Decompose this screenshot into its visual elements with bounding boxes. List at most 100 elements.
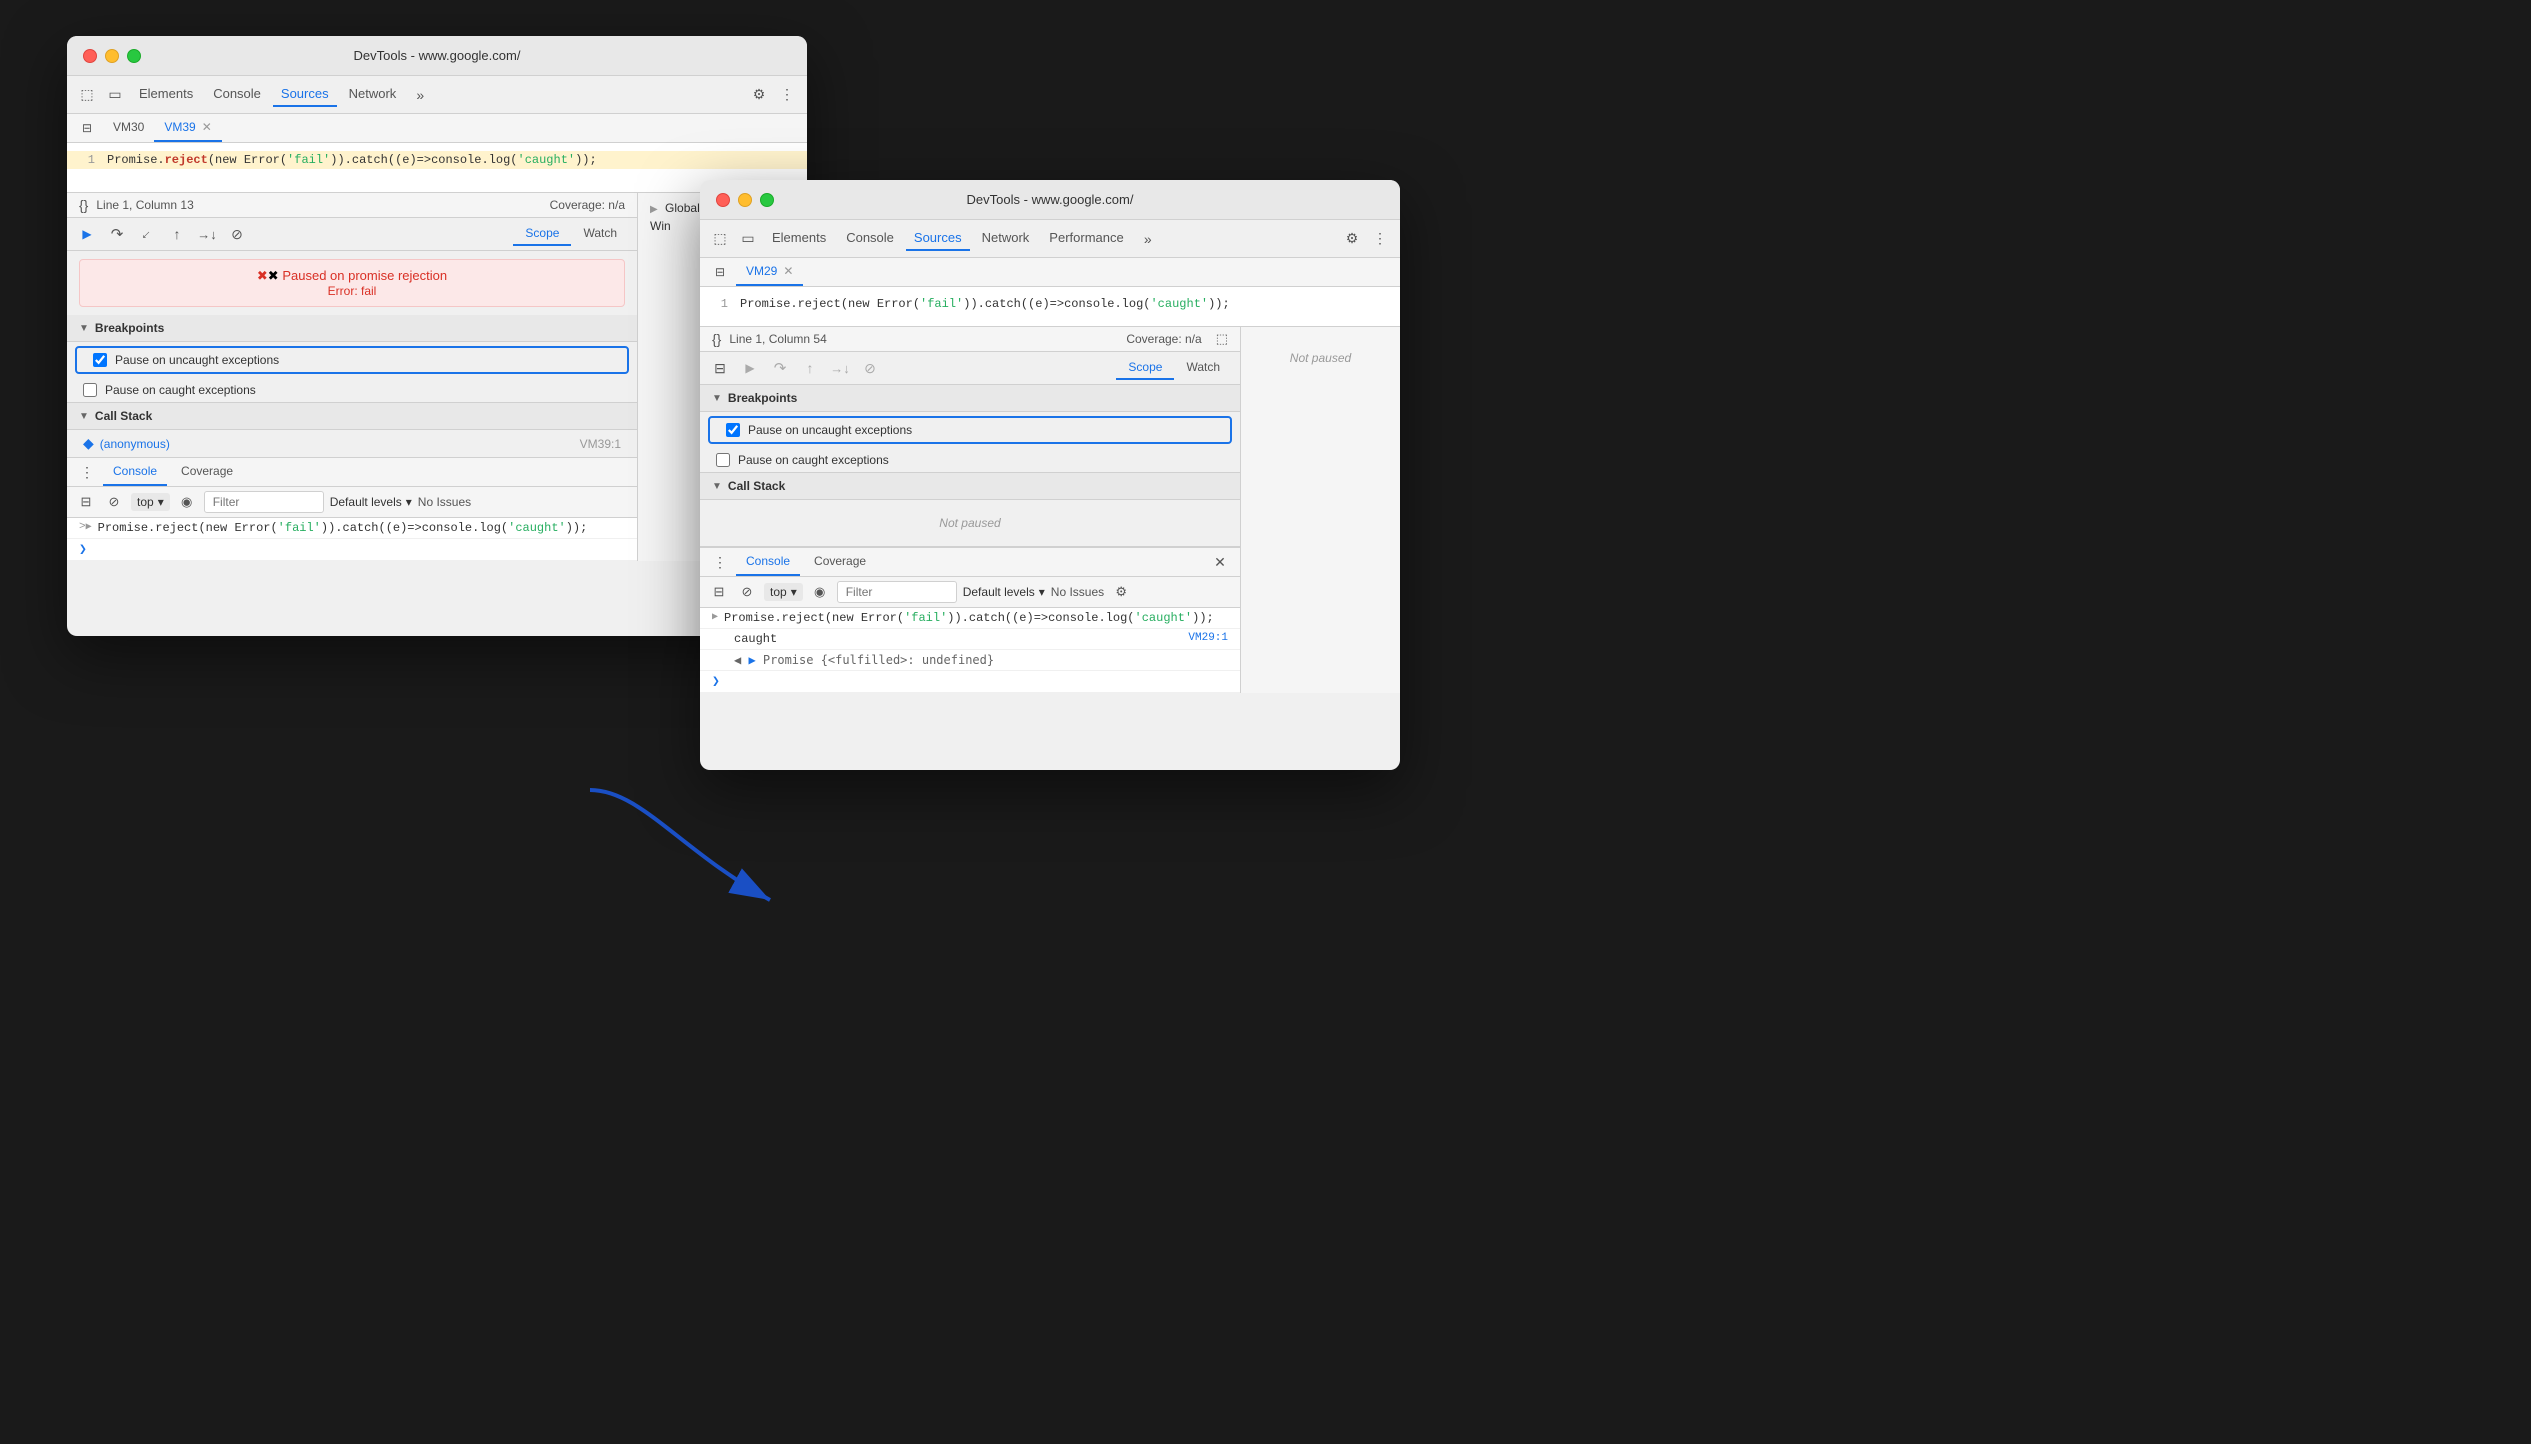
file-tab-vm29-label: VM29 xyxy=(746,264,777,278)
breakpoints-header-2[interactable]: ▼ Breakpoints xyxy=(700,385,1240,412)
call-stack-item-1[interactable]: ◆ (anonymous) VM39:1 xyxy=(67,430,637,457)
pause-caught-checkbox-1[interactable] xyxy=(83,383,97,397)
call-stack-section-1: ▼ Call Stack ◆ (anonymous) VM39:1 xyxy=(67,403,637,458)
sidebar-toggle-console-1[interactable]: ⊟ xyxy=(75,491,97,513)
pause-icon-red-1: ✖ xyxy=(257,268,279,283)
columns-icon-2[interactable]: ⊟ xyxy=(708,356,732,380)
step-over-btn-2[interactable]: ↷ xyxy=(768,356,792,380)
coverage-tab-2[interactable]: Coverage xyxy=(804,548,876,576)
scope-tab-2[interactable]: Scope xyxy=(1116,356,1174,380)
not-paused-callstack-2: Not paused xyxy=(700,500,1240,546)
breakpoints-triangle-1: ▼ xyxy=(79,323,89,334)
breakpoints-header-1[interactable]: ▼ Breakpoints xyxy=(67,315,637,342)
console-tab-2[interactable]: Console xyxy=(736,548,800,576)
console-dots-1[interactable]: ⋮ xyxy=(75,460,99,484)
tab-performance-2[interactable]: Performance xyxy=(1041,226,1131,251)
coverage-icon-2[interactable]: ⬚ xyxy=(1216,331,1228,347)
expand-icon-1[interactable]: ▶ xyxy=(79,521,92,533)
close-button-1[interactable] xyxy=(83,49,97,63)
deactivate-btn-2[interactable]: ⊘ xyxy=(858,356,882,380)
file-tab-vm39[interactable]: VM39 ✕ xyxy=(154,114,221,142)
expand-icon-2a[interactable]: ▶ xyxy=(712,611,718,623)
sidebar-toggle-icon-2[interactable]: ⊟ xyxy=(708,260,732,284)
tab-elements-2[interactable]: Elements xyxy=(764,226,834,251)
tab-console-2[interactable]: Console xyxy=(838,226,902,251)
pause-uncaught-checkbox-2[interactable] xyxy=(726,423,740,437)
close-console-icon-2[interactable]: ✕ xyxy=(1208,550,1232,574)
maximize-button-2[interactable] xyxy=(760,193,774,207)
call-stack-header-1[interactable]: ▼ Call Stack xyxy=(67,403,637,430)
vm29-loc-2[interactable]: VM29:1 xyxy=(1188,632,1228,644)
more-options-icon-1[interactable]: ⋮ xyxy=(775,83,799,107)
default-levels-1[interactable]: Default levels ▾ xyxy=(330,495,412,509)
step-over-btn-1[interactable]: ↷ xyxy=(105,222,129,246)
resume-btn-2[interactable]: ▶ xyxy=(738,356,762,380)
call-stack-header-2[interactable]: ▼ Call Stack xyxy=(700,473,1240,500)
pause-uncaught-item-2[interactable]: Pause on uncaught exceptions xyxy=(708,416,1232,444)
pause-uncaught-checkbox-1[interactable] xyxy=(93,353,107,367)
console-line-1: ▶ Promise.reject(new Error('fail')).catc… xyxy=(67,518,637,539)
pause-uncaught-item-1[interactable]: Pause on uncaught exceptions xyxy=(75,346,629,374)
minimize-button-2[interactable] xyxy=(738,193,752,207)
tab-network-2[interactable]: Network xyxy=(974,226,1038,251)
file-tab-vm29-close[interactable]: ✕ xyxy=(783,264,793,278)
eye-icon-1[interactable]: ◉ xyxy=(176,491,198,513)
format-icon-2[interactable]: {} xyxy=(712,331,721,347)
console-tab-1[interactable]: Console xyxy=(103,458,167,486)
resume-btn-1[interactable]: ▶ xyxy=(75,222,99,246)
pause-caught-checkbox-2[interactable] xyxy=(716,453,730,467)
cursor-icon-2: ❯ xyxy=(712,674,720,689)
console-toolbar-2: ⊟ ⊘ top ▾ ◉ Default levels ▾ No Issues ⚙ xyxy=(700,577,1240,608)
window-controls-1[interactable] xyxy=(83,49,141,63)
step-out-btn-2[interactable]: →↓ xyxy=(828,356,852,380)
devtools-body-1: {} Line 1, Column 13 Coverage: n/a ▶ ↷ ↓… xyxy=(67,193,807,561)
step-btn-1[interactable]: →↓ xyxy=(195,222,219,246)
format-icon-1[interactable]: {} xyxy=(79,197,88,213)
device-icon[interactable]: ▭ xyxy=(103,83,127,107)
step-out-btn-1[interactable]: ↑ xyxy=(165,222,189,246)
tab-sources-1[interactable]: Sources xyxy=(273,82,337,107)
settings-icon-2[interactable]: ⚙ xyxy=(1110,581,1132,603)
pause-caught-item-2[interactable]: Pause on caught exceptions xyxy=(700,448,1240,472)
minimize-button-1[interactable] xyxy=(105,49,119,63)
file-tab-vm30[interactable]: VM30 xyxy=(103,114,154,142)
breakpoints-label-1: Breakpoints xyxy=(95,321,164,335)
filter-input-2[interactable] xyxy=(837,581,957,603)
tab-console-1[interactable]: Console xyxy=(205,82,269,107)
console-dots-2[interactable]: ⋮ xyxy=(708,550,732,574)
tab-network-1[interactable]: Network xyxy=(341,82,405,107)
coverage-tab-1[interactable]: Coverage xyxy=(171,458,243,486)
top-select-1[interactable]: top ▾ xyxy=(131,493,170,511)
more-options-icon-2[interactable]: ⋮ xyxy=(1368,227,1392,251)
inspect-icon[interactable]: ⬚ xyxy=(75,83,99,107)
default-levels-2[interactable]: Default levels ▾ xyxy=(963,585,1045,599)
file-tab-vm29[interactable]: VM29 ✕ xyxy=(736,258,803,286)
sidebar-toggle-console-2[interactable]: ⊟ xyxy=(708,581,730,603)
promise-text-2: ◀ ▶ Promise {<fulfilled>: undefined} xyxy=(734,653,994,667)
step-into-btn-2[interactable]: ↑ xyxy=(798,356,822,380)
ban-icon-2[interactable]: ⊘ xyxy=(736,581,758,603)
eye-icon-2[interactable]: ◉ xyxy=(809,581,831,603)
sidebar-toggle-icon-1[interactable]: ⊟ xyxy=(75,116,99,140)
maximize-button-1[interactable] xyxy=(127,49,141,63)
close-button-2[interactable] xyxy=(716,193,730,207)
pause-caught-item-1[interactable]: Pause on caught exceptions xyxy=(67,378,637,402)
window-controls-2[interactable] xyxy=(716,193,774,207)
settings-gear-icon-2[interactable]: ⚙ xyxy=(1340,227,1364,251)
watch-tab-2[interactable]: Watch xyxy=(1174,356,1232,380)
inspect-icon-2[interactable]: ⬚ xyxy=(708,227,732,251)
step-into-btn-1[interactable]: ↓ xyxy=(130,217,164,251)
settings-gear-icon-1[interactable]: ⚙ xyxy=(747,83,771,107)
deactivate-btn-1[interactable]: ⊘ xyxy=(225,222,249,246)
device-icon-2[interactable]: ▭ xyxy=(736,227,760,251)
watch-tab-1[interactable]: Watch xyxy=(571,222,629,246)
tab-elements-1[interactable]: Elements xyxy=(131,82,201,107)
more-tabs-icon-2[interactable]: » xyxy=(1136,227,1160,251)
filter-input-1[interactable] xyxy=(204,491,324,513)
top-select-2[interactable]: top ▾ xyxy=(764,583,803,601)
tab-sources-2[interactable]: Sources xyxy=(906,226,970,251)
file-tab-vm39-close[interactable]: ✕ xyxy=(202,120,212,134)
scope-tab-1[interactable]: Scope xyxy=(513,222,571,246)
ban-icon-1[interactable]: ⊘ xyxy=(103,491,125,513)
more-tabs-icon-1[interactable]: » xyxy=(408,83,432,107)
